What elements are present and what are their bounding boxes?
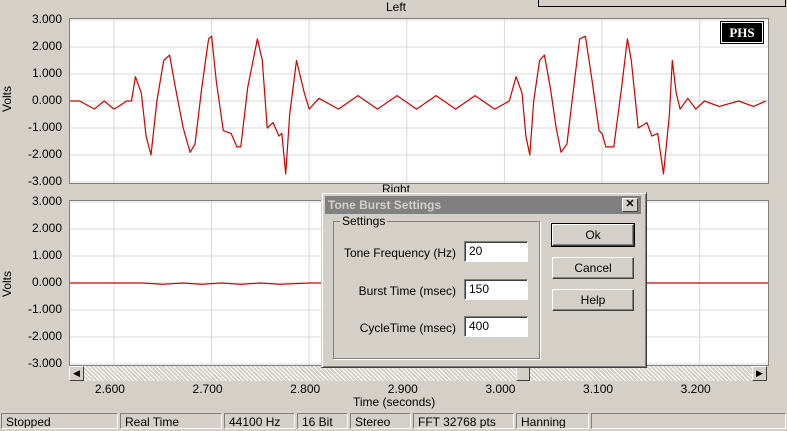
- y-tick-label: 0.000: [31, 93, 62, 107]
- cycle-time-label: CycleTime (msec): [359, 321, 456, 335]
- x-tick-label: 2.600: [94, 382, 125, 396]
- scroll-left-button[interactable]: ◀: [69, 366, 84, 381]
- x-tick-label: 3.000: [485, 382, 516, 396]
- status-state: Stopped: [1, 413, 118, 429]
- dialog-title: Tone Burst Settings: [328, 198, 442, 212]
- y-tick-label: -3.000: [27, 174, 62, 188]
- y-tick-label: 2.000: [31, 221, 62, 235]
- y-tick-label: -3.000: [27, 356, 62, 370]
- cycle-time-input[interactable]: 400: [464, 316, 528, 337]
- phs-logo: PHS: [720, 21, 764, 44]
- settings-group: Settings Tone Frequency (Hz) 20 Burst Ti…: [333, 214, 540, 359]
- tone-burst-settings-dialog: Tone Burst Settings ✕ Settings Tone Freq…: [321, 192, 647, 368]
- y-tick-label: -1.000: [27, 120, 62, 134]
- y-tick-label: -1.000: [27, 302, 62, 316]
- close-icon[interactable]: ✕: [622, 198, 638, 212]
- waveform-trace: [70, 35, 767, 175]
- x-tick-label: 3.100: [583, 382, 614, 396]
- tone-frequency-label: Tone Frequency (Hz): [343, 246, 456, 260]
- x-tick-label: 2.900: [387, 382, 418, 396]
- left-channel-title: Left: [386, 0, 407, 14]
- status-channels: Stereo: [350, 413, 411, 429]
- status-fft-size: FFT 32768 pts: [413, 413, 514, 429]
- cancel-button[interactable]: Cancel: [552, 257, 634, 279]
- help-button[interactable]: Help: [552, 289, 634, 311]
- y-tick-label: -2.000: [27, 329, 62, 343]
- scroll-thumb[interactable]: [515, 366, 530, 381]
- burst-time-input[interactable]: 150: [464, 279, 528, 300]
- status-sample-rate: 44100 Hz: [224, 413, 295, 429]
- status-window: Hanning: [516, 413, 589, 429]
- y-tick-label: 3.000: [31, 194, 62, 208]
- burst-time-label: Burst Time (msec): [358, 284, 456, 298]
- y-tick-label: 3.000: [31, 12, 62, 26]
- status-extra: [591, 413, 786, 429]
- background-window-frame: [538, 0, 786, 7]
- x-tick-label: 2.700: [192, 382, 223, 396]
- x-axis-label: Time (seconds): [353, 395, 436, 409]
- y-tick-label: 1.000: [31, 66, 62, 80]
- settings-group-label: Settings: [340, 214, 388, 228]
- y-tick-label: 0.000: [31, 275, 62, 289]
- y-tick-label: -2.000: [27, 147, 62, 161]
- y-tick-label: 1.000: [31, 248, 62, 262]
- status-mode: Real Time: [120, 413, 222, 429]
- ok-button[interactable]: Ok: [551, 223, 635, 247]
- x-tick-label: 3.200: [680, 382, 711, 396]
- status-bar: Stopped Real Time 44100 Hz 16 Bit Stereo…: [0, 412, 787, 431]
- scroll-right-button[interactable]: ▶: [752, 366, 767, 381]
- y-tick-label: 2.000: [31, 39, 62, 53]
- x-tick-label: 2.800: [290, 382, 321, 396]
- dialog-title-bar[interactable]: Tone Burst Settings ✕: [325, 196, 641, 214]
- status-bit-depth: 16 Bit: [297, 413, 348, 429]
- left-channel-plot: [69, 18, 769, 184]
- left-waveform-chart: [70, 19, 768, 183]
- tone-frequency-input[interactable]: 20: [464, 241, 528, 262]
